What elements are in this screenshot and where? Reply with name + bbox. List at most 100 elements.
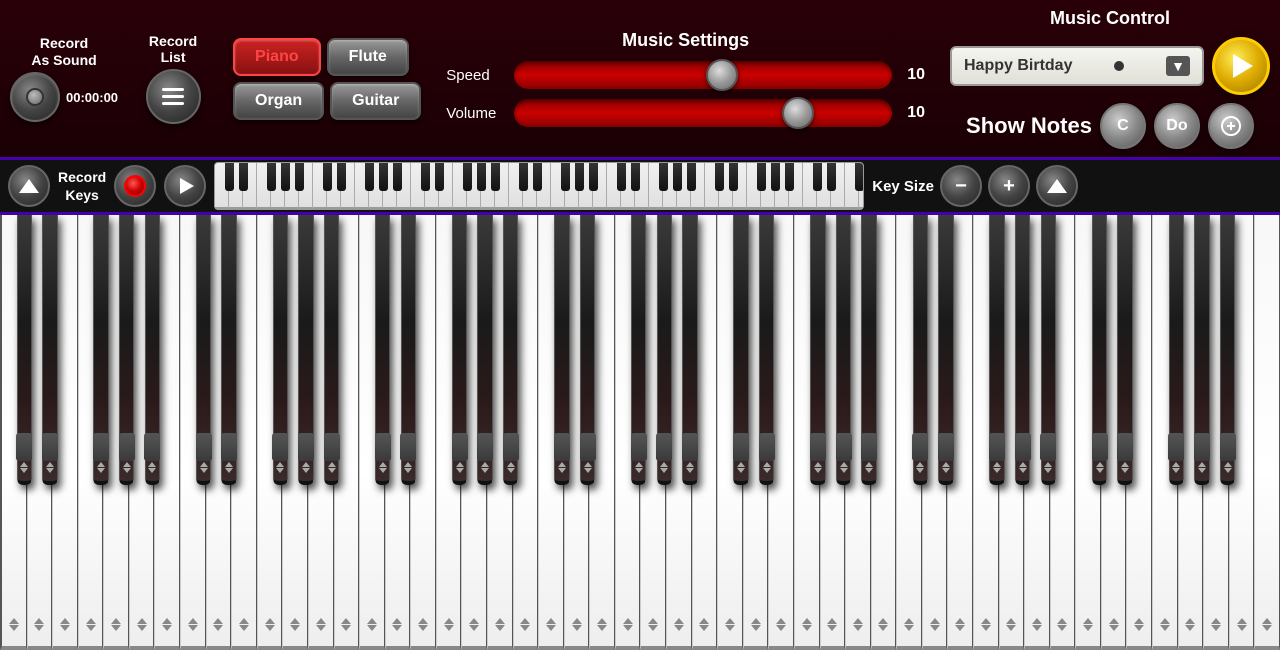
dropdown-arrow-icon[interactable]: ▼ — [1166, 56, 1190, 76]
piano-black-key[interactable] — [119, 215, 134, 485]
mini-black-key[interactable] — [771, 163, 780, 191]
black-key-arrow-indicator — [1096, 462, 1104, 473]
mini-black-key[interactable] — [589, 163, 598, 191]
mini-black-key[interactable] — [631, 163, 640, 191]
piano-white-key[interactable] — [1254, 215, 1280, 650]
piano-black-key[interactable] — [503, 215, 518, 485]
piano-black-key[interactable] — [1092, 215, 1107, 485]
mini-black-key[interactable] — [365, 163, 374, 191]
piano-black-key[interactable] — [810, 215, 825, 485]
mini-black-key[interactable] — [785, 163, 794, 191]
piano-black-key[interactable] — [273, 215, 288, 485]
piano-black-key[interactable] — [452, 215, 467, 485]
piano-black-key[interactable] — [375, 215, 390, 485]
note-symbol-button[interactable] — [1208, 103, 1254, 149]
piano-black-key[interactable] — [42, 215, 57, 485]
piano-black-key[interactable] — [580, 215, 595, 485]
mini-black-key[interactable] — [533, 163, 542, 191]
piano-black-key[interactable] — [298, 215, 313, 485]
piano-black-key[interactable] — [861, 215, 876, 485]
mini-black-key[interactable] — [575, 163, 584, 191]
mini-black-key[interactable] — [561, 163, 570, 191]
piano-black-key[interactable] — [17, 215, 32, 485]
note-do-button[interactable]: Do — [1154, 103, 1200, 149]
speed-label: Speed — [446, 67, 506, 84]
key-arrow-indicator — [520, 618, 530, 631]
piano-black-key[interactable] — [145, 215, 160, 485]
mini-black-key[interactable] — [491, 163, 500, 191]
piano-black-key[interactable] — [989, 215, 1004, 485]
piano-black-key[interactable] — [1169, 215, 1184, 485]
mini-black-key[interactable] — [379, 163, 388, 191]
play-large-button[interactable] — [1212, 37, 1270, 95]
piano-black-key[interactable] — [401, 215, 416, 485]
mini-black-key[interactable] — [225, 163, 234, 191]
guitar-button[interactable]: Guitar — [330, 82, 421, 120]
record-sound-button[interactable] — [10, 72, 60, 122]
mini-black-key[interactable] — [659, 163, 668, 191]
speed-slider-thumb[interactable] — [706, 59, 738, 91]
volume-slider-track[interactable] — [514, 99, 892, 127]
mini-black-key[interactable] — [855, 163, 864, 191]
mini-black-key[interactable] — [673, 163, 682, 191]
piano-black-key[interactable] — [93, 215, 108, 485]
piano-black-key[interactable] — [1194, 215, 1209, 485]
key-arrow-indicator — [1083, 618, 1093, 631]
mini-black-key[interactable] — [757, 163, 766, 191]
piano-black-key[interactable] — [477, 215, 492, 485]
piano-black-key[interactable] — [1041, 215, 1056, 485]
piano-black-key[interactable] — [1220, 215, 1235, 485]
key-size-decrease-button[interactable]: − — [940, 165, 982, 207]
piano-black-key[interactable] — [221, 215, 236, 485]
mini-black-key[interactable] — [687, 163, 696, 191]
mini-black-key[interactable] — [323, 163, 332, 191]
piano-black-key[interactable] — [836, 215, 851, 485]
mini-black-key[interactable] — [477, 163, 486, 191]
piano-black-key[interactable] — [682, 215, 697, 485]
note-c-button[interactable]: C — [1100, 103, 1146, 149]
song-selector[interactable]: Happy Birtday ▼ — [950, 46, 1204, 86]
mini-black-key[interactable] — [813, 163, 822, 191]
record-keys-play-button[interactable] — [164, 165, 206, 207]
volume-value: 10 — [900, 104, 925, 122]
instrument-btn-row-1: Piano Flute — [233, 38, 421, 76]
record-keys-record-button[interactable] — [114, 165, 156, 207]
organ-button[interactable]: Organ — [233, 82, 324, 120]
piano-black-key[interactable] — [1015, 215, 1030, 485]
record-list-button[interactable] — [146, 69, 201, 124]
key-size-up-button[interactable] — [1036, 165, 1078, 207]
mini-black-key[interactable] — [617, 163, 626, 191]
piano-black-key[interactable] — [733, 215, 748, 485]
mini-black-key[interactable] — [729, 163, 738, 191]
piano-black-key[interactable] — [196, 215, 211, 485]
mini-piano-scroll[interactable] — [214, 162, 864, 210]
volume-slider-thumb[interactable] — [782, 97, 814, 129]
mini-black-key[interactable] — [267, 163, 276, 191]
mini-black-key[interactable] — [337, 163, 346, 191]
record-keys-bar: Record Keys Key Size − + — [0, 160, 1280, 215]
mini-black-key[interactable] — [393, 163, 402, 191]
mini-black-key[interactable] — [519, 163, 528, 191]
piano-black-key[interactable] — [938, 215, 953, 485]
mini-black-key[interactable] — [715, 163, 724, 191]
key-arrow-indicator — [316, 618, 326, 631]
speed-slider-track[interactable] — [514, 61, 892, 89]
mini-black-key[interactable] — [435, 163, 444, 191]
flute-button[interactable]: Flute — [327, 38, 409, 76]
mini-black-key[interactable] — [463, 163, 472, 191]
piano-black-key[interactable] — [324, 215, 339, 485]
piano-black-key[interactable] — [657, 215, 672, 485]
mini-black-key[interactable] — [295, 163, 304, 191]
piano-black-key[interactable] — [554, 215, 569, 485]
scroll-up-button[interactable] — [8, 165, 50, 207]
piano-black-key[interactable] — [1117, 215, 1132, 485]
mini-black-key[interactable] — [827, 163, 836, 191]
piano-black-key[interactable] — [913, 215, 928, 485]
mini-black-key[interactable] — [239, 163, 248, 191]
mini-black-key[interactable] — [421, 163, 430, 191]
key-size-increase-button[interactable]: + — [988, 165, 1030, 207]
mini-black-key[interactable] — [281, 163, 290, 191]
piano-button[interactable]: Piano — [233, 38, 321, 76]
piano-black-key[interactable] — [631, 215, 646, 485]
piano-black-key[interactable] — [759, 215, 774, 485]
